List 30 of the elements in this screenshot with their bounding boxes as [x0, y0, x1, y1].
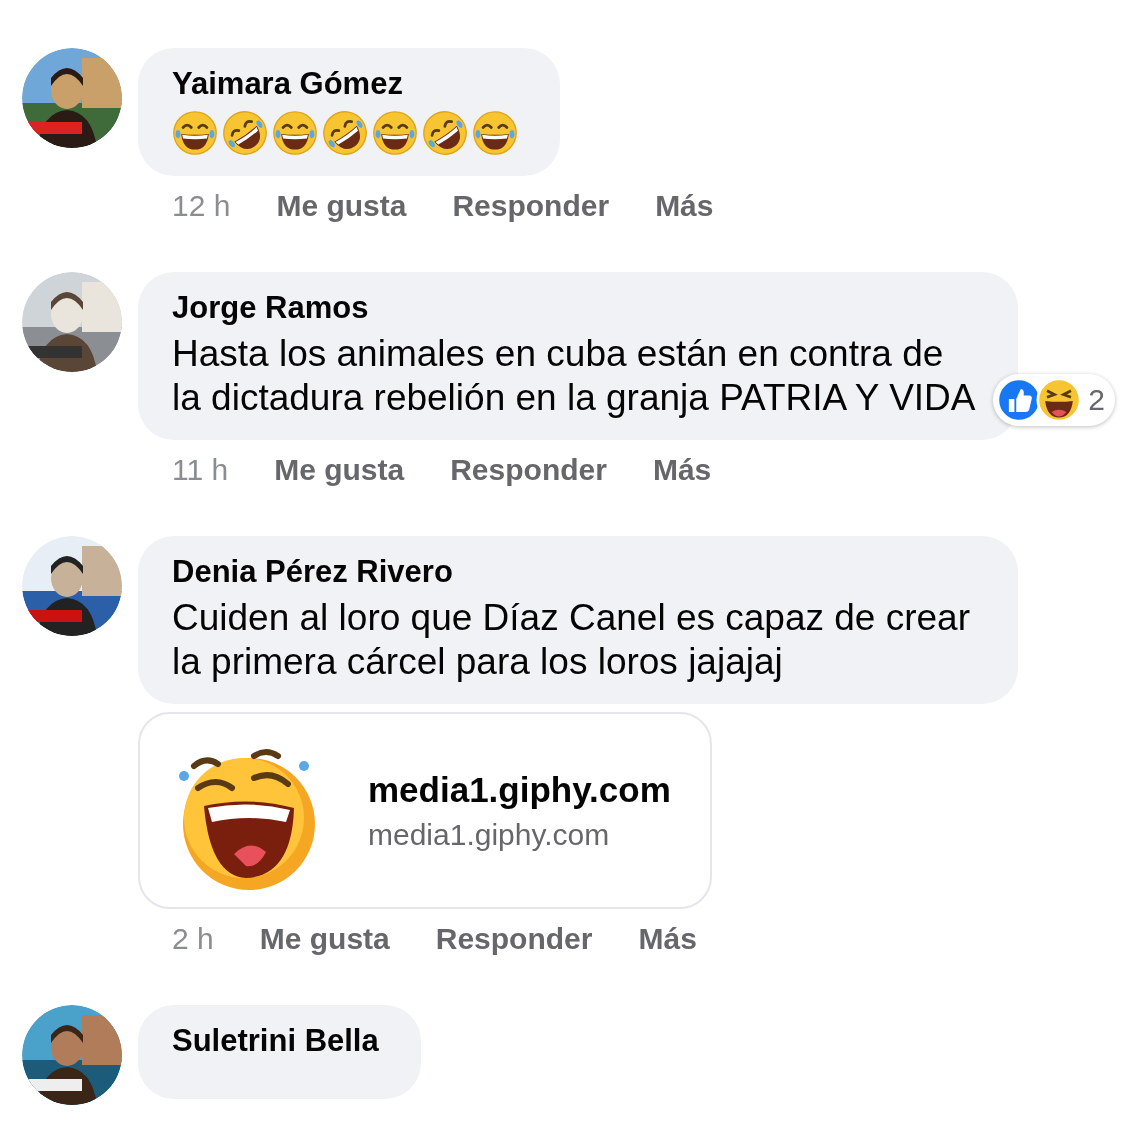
link-preview-card[interactable]: media1.giphy.com media1.giphy.com	[138, 712, 712, 909]
author-name[interactable]: Jorge Ramos	[172, 290, 976, 326]
reply-link[interactable]: Responder	[450, 452, 607, 488]
rolling-laughing-emoji-icon	[322, 110, 368, 156]
more-link[interactable]: Más	[638, 921, 697, 957]
tears-of-joy-emoji-icon	[472, 110, 518, 156]
link-title[interactable]: media1.giphy.com	[368, 769, 671, 810]
reactions-badge[interactable]: 2	[993, 374, 1115, 426]
timestamp[interactable]: 12 h	[172, 188, 231, 224]
author-name[interactable]: Yaimara Gómez	[172, 66, 518, 102]
like-link[interactable]: Me gusta	[259, 921, 390, 957]
more-link[interactable]: Más	[652, 452, 712, 488]
rolling-laughing-emoji-icon	[222, 110, 268, 156]
comment-text: Hasta los animales en cuba están en contra de la dictadura rebelión en la granja PATRIA Y VIDA	[172, 332, 976, 420]
author-name[interactable]: Denia Pérez Rivero	[172, 554, 976, 590]
tears-of-joy-emoji-icon	[172, 110, 218, 156]
tears-of-joy-emoji-icon	[272, 110, 318, 156]
reply-link[interactable]: Responder	[435, 921, 593, 957]
reaction-count: 2	[1088, 383, 1105, 417]
like-link[interactable]: Me gusta	[274, 452, 405, 488]
tears-of-joy-emoji-icon	[372, 110, 418, 156]
comment-text: Cuiden al loro que Díaz Canel es capaz de crear la primera cárcel para los loros jajajaj	[172, 596, 971, 684]
rolling-laughing-emoji-icon	[422, 110, 468, 156]
author-name[interactable]: Suletrini Bella	[172, 1023, 379, 1059]
timestamp[interactable]: 2 h	[172, 921, 214, 957]
like-link[interactable]: Me gusta	[276, 188, 407, 224]
more-link[interactable]: Más	[655, 188, 714, 224]
link-domain: media1.giphy.com	[368, 817, 611, 852]
timestamp[interactable]: 11 h	[172, 452, 229, 488]
reply-link[interactable]: Responder	[452, 188, 610, 224]
